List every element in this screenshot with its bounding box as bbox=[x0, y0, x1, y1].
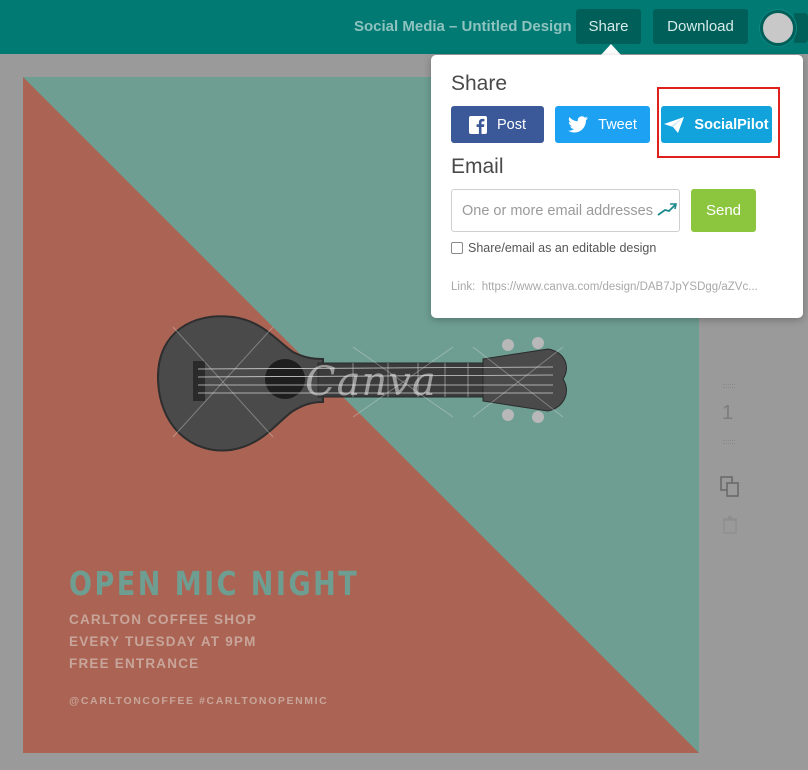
document-title[interactable]: Social Media – Untitled Design bbox=[354, 18, 572, 35]
top-bar: Social Media – Untitled Design Share Dow… bbox=[0, 0, 808, 54]
email-addresses-input[interactable] bbox=[451, 189, 680, 232]
editable-design-checkbox[interactable] bbox=[451, 242, 463, 254]
share-button[interactable]: Share bbox=[576, 9, 641, 44]
drag-handle-bottom[interactable] bbox=[723, 440, 735, 444]
twitter-tweet-button[interactable]: Tweet bbox=[555, 106, 650, 143]
avatar[interactable] bbox=[760, 10, 796, 46]
share-heading: Share bbox=[451, 72, 508, 95]
download-button[interactable]: Download bbox=[653, 9, 748, 44]
socialpilot-highlight-box bbox=[657, 87, 780, 158]
contact-picker-icon[interactable] bbox=[657, 203, 677, 217]
share-link-row[interactable]: Link: https://www.canva.com/design/DAB7J… bbox=[451, 281, 758, 293]
duplicate-page-icon[interactable] bbox=[720, 476, 740, 498]
share-popover: Share Post Tweet SocialPilot Email Send … bbox=[431, 55, 803, 318]
design-venue-text[interactable]: CARLTON COFFEE SHOP bbox=[69, 612, 257, 627]
twitter-icon bbox=[568, 116, 589, 133]
page-number: 1 bbox=[722, 402, 734, 424]
editable-design-label[interactable]: Share/email as an editable design bbox=[468, 241, 656, 255]
design-hashtags[interactable]: @CARLTONCOFFEE #CARLTONOPENMIC bbox=[69, 695, 328, 707]
twitter-tweet-label: Tweet bbox=[598, 116, 637, 133]
email-heading: Email bbox=[451, 155, 504, 178]
design-headline[interactable]: OPEN MIC NIGHT bbox=[69, 564, 359, 603]
facebook-post-button[interactable]: Post bbox=[451, 106, 544, 143]
delete-page-icon[interactable] bbox=[723, 516, 737, 534]
facebook-post-label: Post bbox=[496, 116, 526, 133]
editable-design-option[interactable]: Share/email as an editable design bbox=[451, 241, 656, 255]
account-menu-toggle[interactable] bbox=[794, 13, 808, 43]
design-entrance-text[interactable]: FREE ENTRANCE bbox=[69, 656, 199, 671]
send-email-button[interactable]: Send bbox=[691, 189, 756, 232]
drag-handle-top[interactable] bbox=[723, 384, 735, 388]
share-link-label: Link: bbox=[451, 281, 476, 293]
canva-watermark: Canva bbox=[305, 359, 437, 405]
design-schedule-text[interactable]: EVERY TUESDAY AT 9PM bbox=[69, 634, 257, 649]
share-link-url[interactable]: https://www.canva.com/design/DAB7JpYSDgg… bbox=[482, 281, 758, 293]
facebook-icon bbox=[468, 115, 487, 134]
